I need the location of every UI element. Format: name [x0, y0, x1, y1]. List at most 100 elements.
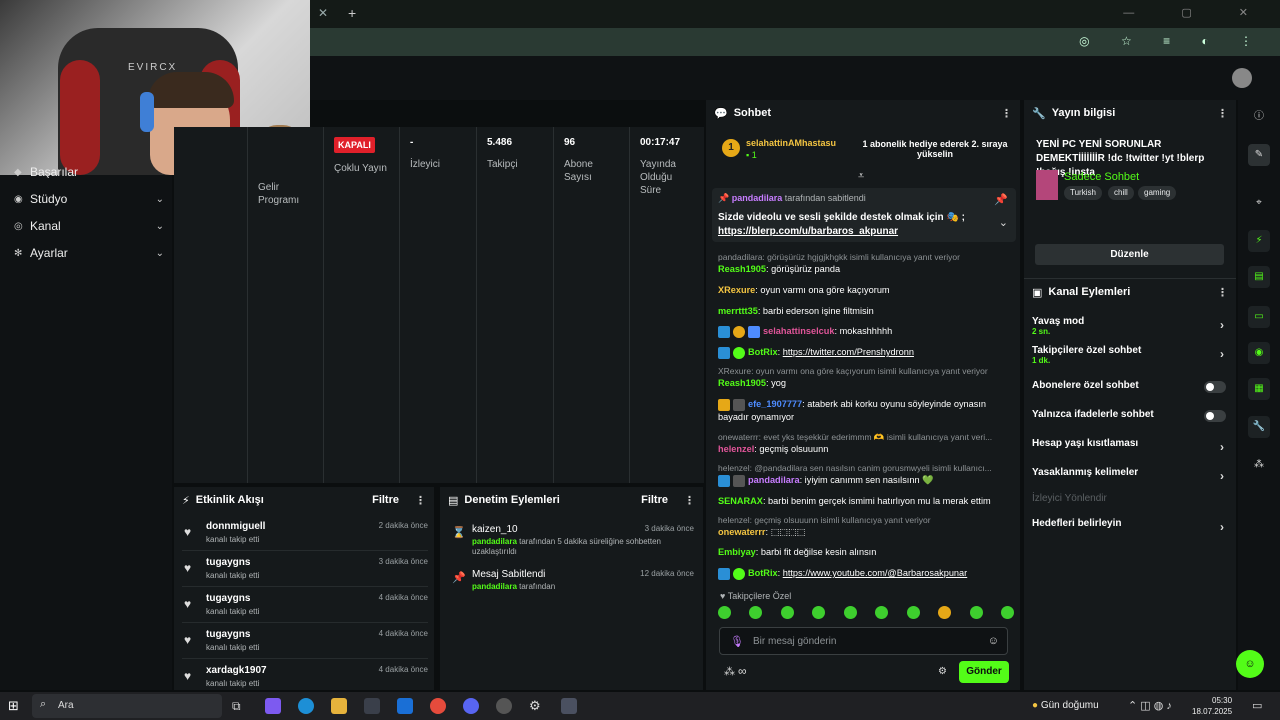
help-chat-button[interactable]: ☺ [1236, 650, 1264, 678]
emote-icon[interactable] [875, 606, 889, 619]
list-item: 📌 Mesaj Sabitlendi pandadilara tarafından 1… [452, 569, 694, 591]
broadcast-icon[interactable]: ◉ [1248, 342, 1270, 364]
chat-bubble-icon[interactable]: ▭ [1248, 306, 1270, 328]
window-controls[interactable]: — ▢ ✕ [1123, 6, 1270, 19]
app-icon[interactable] [561, 698, 577, 714]
new-tab-icon[interactable]: + [348, 5, 356, 21]
heart-icon: ♥ [184, 597, 192, 611]
more-icon[interactable]: ⋮ [1217, 286, 1228, 299]
discord-icon[interactable] [463, 698, 479, 714]
emote-icon[interactable] [843, 606, 857, 619]
bolt-icon[interactable]: ⚡ [1248, 230, 1270, 252]
document-icon[interactable]: ▤ [1248, 266, 1270, 288]
stat-uptime: 00:17:47 Yayında Olduğu Süre [640, 137, 681, 196]
send-button[interactable]: Gönder [959, 661, 1009, 683]
chat-input[interactable]: 🎙 Bir mesaj gönderin ☺ [719, 627, 1008, 655]
mic-icon[interactable]: 🎙 [730, 635, 744, 648]
edge-icon[interactable] [298, 698, 314, 714]
tag[interactable]: gaming [1138, 186, 1177, 200]
chat-message: XRexure: oyun varmı ona göre kaçıyorum [718, 285, 890, 295]
sidebar-item-achievements[interactable]: ◆ Başarılar [14, 166, 164, 178]
avatar[interactable] [1232, 68, 1252, 88]
chat-input-placeholder: Bir mesaj gönderin [753, 636, 837, 647]
gift-leaderboard[interactable]: 1 selahattinAMhastasu ▪ 1 1 abonelik hed… [712, 135, 1016, 165]
clock[interactable]: 05:30 18.07.2025 [1192, 695, 1232, 717]
action-goals[interactable]: Hedefleri belirleyin › [1032, 518, 1228, 534]
task-view-icon[interactable]: ⧉ [232, 698, 248, 714]
edit-button[interactable]: Düzenle [1035, 244, 1224, 265]
store-icon[interactable] [364, 698, 380, 714]
toggle-switch[interactable] [1204, 381, 1226, 393]
copilot-icon[interactable] [265, 698, 281, 714]
action-emote-only[interactable]: Yalnızca ifadelerle sohbet [1032, 409, 1228, 422]
focus-icon[interactable]: ⌖ [1248, 192, 1270, 214]
category-link[interactable]: Sadece Sohbet [1064, 171, 1139, 183]
pinned-link[interactable]: https://blerp.com/u/barbaros_akpunar [718, 226, 898, 237]
tag[interactable]: chill [1108, 186, 1134, 200]
folder-icon[interactable] [331, 698, 347, 714]
system-tray-icons[interactable]: ⌃ ◫ ◍ ♪ [1128, 698, 1190, 714]
actions-icon: ▣ [1032, 286, 1043, 299]
chevron-right-icon: › [1220, 318, 1224, 332]
windows-start-icon[interactable]: ⊞ [8, 698, 24, 714]
badge-icon [733, 398, 745, 411]
chat-message: BotRix: https://twitter.com/Prenshydronn [718, 346, 1014, 359]
chat-link[interactable]: https://twitter.com/Prenshydronn [783, 347, 914, 357]
points-icon[interactable]: ⁂ [724, 665, 735, 678]
heart-icon: ♥ [720, 591, 728, 601]
sidebar-item-studio[interactable]: ◉ Stüdyo ⌄ [14, 189, 164, 209]
action-subscribers-only[interactable]: Abonelere özel sohbet [1032, 380, 1228, 393]
emote-icon[interactable] [906, 606, 920, 619]
chat-message: pandadilara: iyiyim canımm sen nasılsınn… [718, 474, 1014, 487]
apps-icon[interactable]: ⁂ [1248, 454, 1270, 476]
pencil-icon[interactable]: ✎ [1248, 144, 1270, 166]
layout-icon[interactable]: ▦ [1248, 378, 1270, 400]
filter-button[interactable]: Filtre [641, 494, 668, 506]
tab-close-icon[interactable]: ✕ [318, 6, 328, 20]
action-banned-words[interactable]: Yasaklanmış kelimeler › [1032, 467, 1228, 483]
emote-icon[interactable] [812, 606, 826, 619]
tag[interactable]: Turkish [1064, 186, 1102, 200]
emote-icon[interactable] [749, 606, 763, 619]
filter-button[interactable]: Filtre [372, 494, 399, 506]
wrench-icon[interactable]: 🔧 [1248, 416, 1270, 438]
sidebar-item-channel[interactable]: ◎ Kanal ⌄ [14, 216, 164, 236]
obs-icon[interactable] [496, 698, 512, 714]
taskbar-search[interactable]: ⌕ Ara [32, 694, 222, 718]
list-item: ♥ xardagk1907 kanalı takip etti 4 dakika ön… [184, 665, 428, 688]
chrome-icon[interactable] [430, 698, 446, 714]
pin-icon: 📌 [452, 572, 466, 584]
action-slow-mode[interactable]: Yavaş mod 2 sn. › [1032, 316, 1228, 336]
gear-icon: ✻ [14, 247, 23, 259]
more-icon[interactable]: ⋮ [684, 494, 695, 507]
more-icon[interactable]: ⋮ [1001, 107, 1012, 120]
emote-icon[interactable] [718, 606, 731, 619]
action-followers-only[interactable]: Takipçilere özel sohbet 1 dk. › [1032, 345, 1228, 365]
list-item: ♥ tugaygns kanalı takip etti 3 dakika önce [182, 555, 428, 587]
sidebar-item-settings[interactable]: ✻ Ayarlar ⌄ [14, 243, 164, 263]
more-icon[interactable]: ⋮ [415, 494, 426, 507]
action-account-age[interactable]: Hesap yaşı kısıtlaması › [1032, 438, 1228, 454]
chat-link[interactable]: https://www.youtube.com/@Barbarosakpunar [783, 568, 968, 578]
pin-toggle-icon[interactable]: 📌 [994, 193, 1008, 206]
pinned-message: 📌 pandadilara tarafından sabitlendi Sizd… [712, 188, 1016, 242]
collapse-icon[interactable]: ⩡ [858, 170, 864, 183]
coin-badge: 1 [722, 139, 740, 157]
more-icon[interactable]: ⋮ [1217, 107, 1228, 120]
settings-gear-icon[interactable]: ⚙ [529, 698, 545, 714]
stream-info-header: 🔧 Yayın bilgisi ⋮ [1024, 100, 1236, 126]
emote-icon[interactable] [938, 606, 952, 619]
emote-icon[interactable] [969, 606, 983, 619]
emoji-icon[interactable]: ☺ [988, 635, 999, 647]
emote-icon[interactable] [780, 606, 794, 619]
toggle-switch[interactable] [1204, 410, 1226, 422]
weather-widget[interactable]: ● Gün doğumu [1032, 700, 1099, 711]
info-icon[interactable]: ⓘ [1248, 106, 1270, 128]
outlook-icon[interactable] [397, 698, 413, 714]
chat-settings-icon[interactable]: ⚙ [938, 666, 947, 677]
emote-icon[interactable] [1000, 606, 1014, 619]
bot-badge-icon [718, 346, 730, 359]
browser-toolbar-icons[interactable]: ◎ ☆ ≡ ◐ ⋮ [1079, 34, 1266, 48]
chevron-down-icon[interactable]: ⌄ [999, 216, 1008, 229]
notification-icon[interactable]: ▭ [1252, 698, 1268, 714]
